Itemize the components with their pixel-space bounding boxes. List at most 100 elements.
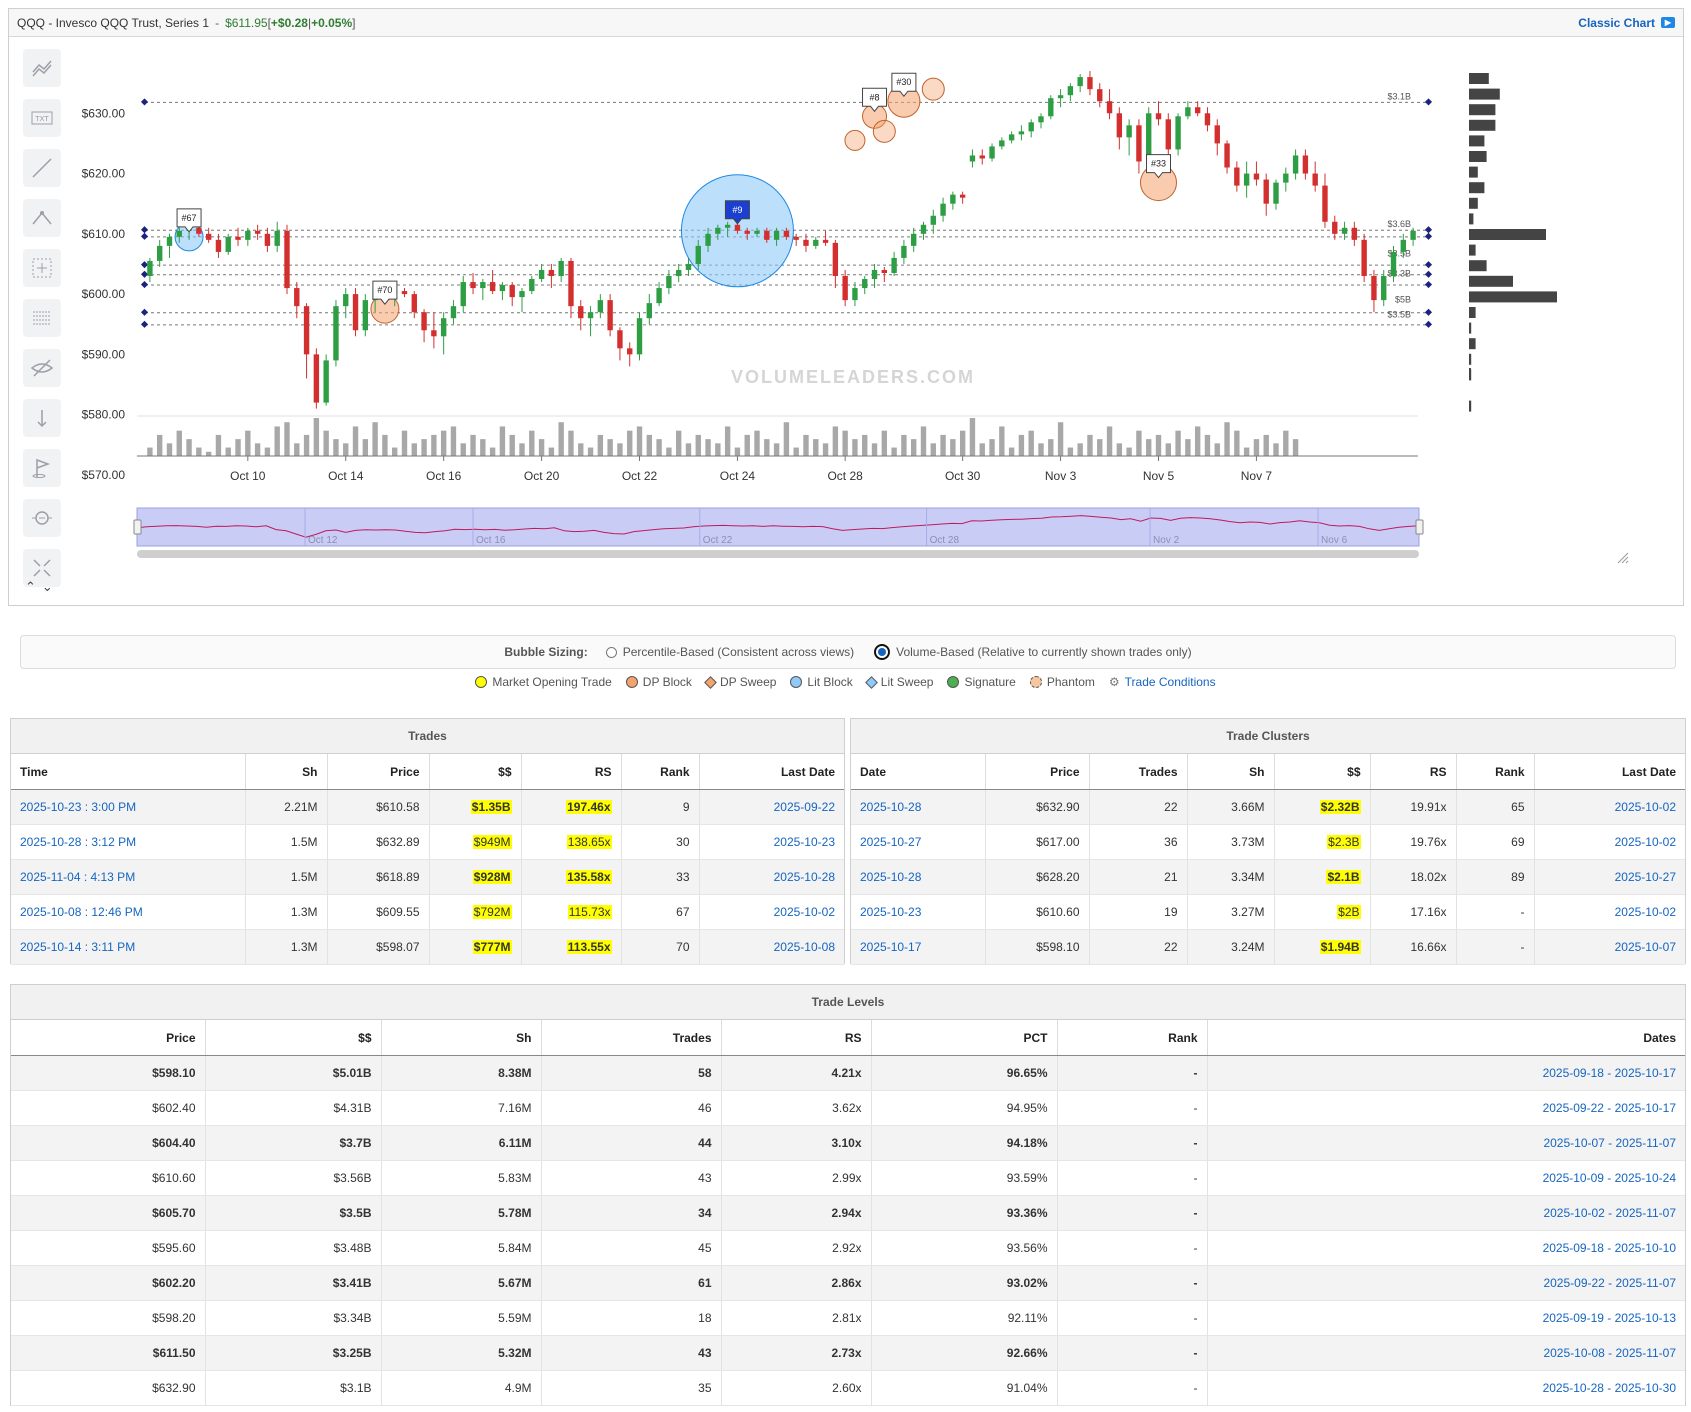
- trades-col-header[interactable]: $$: [429, 754, 522, 790]
- levels-tool[interactable]: [23, 299, 61, 337]
- table-cell[interactable]: 2025-10-02: [1534, 894, 1685, 930]
- scroll-up-icon[interactable]: ⌃: [25, 579, 36, 595]
- table-row[interactable]: 2025-10-08 : 12:46 PM 1.3M $609.55 $792M 115…: [11, 894, 844, 930]
- table-row[interactable]: $611.50 $3.25B 5.32M 43 2.73x 92.66% -2025-10-…: [11, 1335, 1685, 1371]
- crosshair-tool[interactable]: [23, 249, 61, 287]
- table-cell[interactable]: 2025-10-28: [851, 789, 986, 825]
- table-cell[interactable]: 2025-10-08 : 12:46 PM: [11, 894, 246, 930]
- trades-col-header[interactable]: Time: [11, 754, 246, 790]
- clusters-col-header[interactable]: Date: [851, 754, 986, 790]
- levels-col-header[interactable]: $$: [205, 1020, 382, 1056]
- legend-item[interactable]: DP Block: [625, 675, 692, 689]
- legend-item[interactable]: Lit Block: [790, 675, 853, 689]
- table-cell[interactable]: 2025-10-08 - 2025-11-07: [1207, 1335, 1685, 1371]
- navigator-handle[interactable]: [1415, 519, 1424, 535]
- volume-radio[interactable]: [874, 644, 891, 660]
- fibonacci-tool[interactable]: [23, 199, 61, 237]
- table-row[interactable]: $598.10 $5.01B 8.38M 58 4.21x 96.65% -2025-09-…: [11, 1055, 1685, 1091]
- percentile-option[interactable]: Percentile-Based (Consistent across view…: [605, 645, 854, 659]
- trades-col-header[interactable]: Last Date: [699, 754, 844, 790]
- table-cell[interactable]: 2025-11-04 : 4:13 PM: [11, 859, 246, 895]
- legend-item[interactable]: Market Opening Trade: [475, 675, 612, 689]
- price-chart[interactable]: $630.00 $620.00 $610.00 $600.00 $590.00 $580.…: [73, 43, 1633, 603]
- table-cell[interactable]: 2025-10-23: [851, 894, 986, 930]
- table-cell[interactable]: 2025-10-02 - 2025-11-07: [1207, 1195, 1685, 1231]
- table-cell[interactable]: 2025-10-02: [1534, 824, 1685, 860]
- table-cell[interactable]: 2025-09-22 - 2025-11-07: [1207, 1265, 1685, 1301]
- table-row[interactable]: 2025-11-04 : 4:13 PM 1.5M $618.89 $928M 135.…: [11, 859, 844, 895]
- levels-col-header[interactable]: Dates: [1207, 1020, 1685, 1056]
- table-row[interactable]: $605.70 $3.5B 5.78M 34 2.94x 93.36% -2025-10-0…: [11, 1195, 1685, 1231]
- table-row[interactable]: 2025-10-14 : 3:11 PM 1.3M $598.07 $777M 113.…: [11, 929, 844, 965]
- clusters-col-header[interactable]: $$: [1274, 754, 1371, 790]
- table-row[interactable]: 2025-10-17 $598.10 22 3.24M $1.94B 16.66x -202…: [851, 929, 1685, 965]
- table-cell[interactable]: 2025-10-02: [1534, 789, 1685, 825]
- measure-tool[interactable]: [23, 399, 61, 437]
- table-cell[interactable]: 2025-10-28 - 2025-10-30: [1207, 1370, 1685, 1406]
- table-cell[interactable]: 2025-10-23 : 3:00 PM: [11, 789, 246, 825]
- flag-tool[interactable]: [23, 449, 61, 487]
- table-row[interactable]: $632.90 $3.1B 4.9M 35 2.60x 91.04% -2025-10-28…: [11, 1370, 1685, 1406]
- table-row[interactable]: 2025-10-23 $610.60 19 3.27M $2B 17.16x -2025-1…: [851, 894, 1685, 930]
- levels-col-header[interactable]: RS: [721, 1020, 872, 1056]
- table-row[interactable]: 2025-10-28 $628.20 21 3.34M $2.1B 18.02x 89 202…: [851, 859, 1685, 895]
- classic-chart-link[interactable]: Classic Chart ▶: [1578, 16, 1675, 30]
- levels-col-header[interactable]: PCT: [871, 1020, 1058, 1056]
- legend-item[interactable]: Phantom: [1029, 675, 1095, 689]
- trend-lines-tool[interactable]: [23, 49, 61, 87]
- table-row[interactable]: 2025-10-27 $617.00 36 3.73M $2.3B 19.76x 69 202…: [851, 824, 1685, 860]
- table-cell[interactable]: 2025-09-19 - 2025-10-13: [1207, 1300, 1685, 1336]
- clusters-col-header[interactable]: Sh: [1187, 754, 1275, 790]
- clusters-col-header[interactable]: Trades: [1089, 754, 1188, 790]
- table-cell[interactable]: 2025-10-07 - 2025-11-07: [1207, 1125, 1685, 1161]
- table-cell[interactable]: 2025-10-27: [851, 824, 986, 860]
- scroll-down-icon[interactable]: ⌄: [42, 579, 53, 595]
- clusters-col-header[interactable]: Price: [985, 754, 1090, 790]
- table-row[interactable]: $610.60 $3.56B 5.83M 43 2.99x 93.59% -2025-10-…: [11, 1160, 1685, 1196]
- table-row[interactable]: $604.40 $3.7B 6.11M 44 3.10x 94.18% -2025-10-0…: [11, 1125, 1685, 1161]
- trade-conditions-link[interactable]: ⚙ Trade Conditions: [1109, 675, 1216, 689]
- table-row[interactable]: $602.20 $3.41B 5.67M 61 2.86x 93.02% -2025-09-…: [11, 1265, 1685, 1301]
- table-cell[interactable]: 2025-09-22 - 2025-10-17: [1207, 1090, 1685, 1126]
- table-row[interactable]: $595.60 $3.48B 5.84M 45 2.92x 93.56% -2025-09-…: [11, 1230, 1685, 1266]
- table-cell[interactable]: 2025-09-18 - 2025-10-17: [1207, 1055, 1685, 1091]
- table-cell[interactable]: 2025-10-28 : 3:12 PM: [11, 824, 246, 860]
- trades-col-header[interactable]: Sh: [245, 754, 328, 790]
- table-cell[interactable]: 2025-10-27: [1534, 859, 1685, 895]
- levels-col-header[interactable]: Rank: [1057, 1020, 1208, 1056]
- volume-option[interactable]: Volume-Based (Relative to currently show…: [874, 644, 1192, 660]
- trades-col-header[interactable]: Price: [327, 754, 430, 790]
- table-cell[interactable]: 2025-10-09 - 2025-10-24: [1207, 1160, 1685, 1196]
- navigator-handle[interactable]: [133, 519, 142, 535]
- table-row[interactable]: $598.20 $3.34B 5.59M 18 2.81x 92.11% -2025-09-…: [11, 1300, 1685, 1336]
- clusters-col-header[interactable]: Rank: [1456, 754, 1535, 790]
- table-row[interactable]: $602.40 $4.31B 7.16M 46 3.62x 94.95% -2025-09-…: [11, 1090, 1685, 1126]
- trades-col-header[interactable]: RS: [521, 754, 622, 790]
- clusters-col-header[interactable]: RS: [1370, 754, 1457, 790]
- table-row[interactable]: 2025-10-23 : 3:00 PM 2.21M $610.58 $1.35B 19…: [11, 789, 844, 825]
- table-cell[interactable]: 2025-09-18 - 2025-10-10: [1207, 1230, 1685, 1266]
- levels-col-header[interactable]: Trades: [541, 1020, 722, 1056]
- percentile-radio[interactable]: [605, 646, 617, 658]
- clusters-col-header[interactable]: Last Date: [1534, 754, 1685, 790]
- legend-item[interactable]: Signature: [947, 675, 1016, 689]
- table-row[interactable]: 2025-10-28 $632.90 22 3.66M $2.32B 19.91x 65 20…: [851, 789, 1685, 825]
- table-cell[interactable]: 2025-10-28: [851, 859, 986, 895]
- table-cell[interactable]: 2025-10-07: [1534, 929, 1685, 965]
- zoom-tool[interactable]: [23, 499, 61, 537]
- table-cell[interactable]: 2025-10-08: [699, 929, 844, 965]
- hide-tool[interactable]: [23, 349, 61, 387]
- text-tool[interactable]: TXT: [23, 99, 61, 137]
- table-cell[interactable]: 2025-10-23: [699, 824, 844, 860]
- legend-item[interactable]: Lit Sweep: [864, 675, 933, 689]
- legend-item[interactable]: DP Sweep: [704, 675, 776, 689]
- levels-col-header[interactable]: Sh: [381, 1020, 542, 1056]
- table-cell[interactable]: 2025-09-22: [699, 789, 844, 825]
- navigator-scrollbar[interactable]: [137, 550, 1419, 558]
- table-row[interactable]: 2025-10-28 : 3:12 PM 1.5M $632.89 $949M 138.…: [11, 824, 844, 860]
- line-tool[interactable]: [23, 149, 61, 187]
- trades-col-header[interactable]: Rank: [621, 754, 700, 790]
- table-cell[interactable]: 2025-10-14 : 3:11 PM: [11, 929, 246, 965]
- table-cell[interactable]: 2025-10-28: [699, 859, 844, 895]
- table-cell[interactable]: 2025-10-02: [699, 894, 844, 930]
